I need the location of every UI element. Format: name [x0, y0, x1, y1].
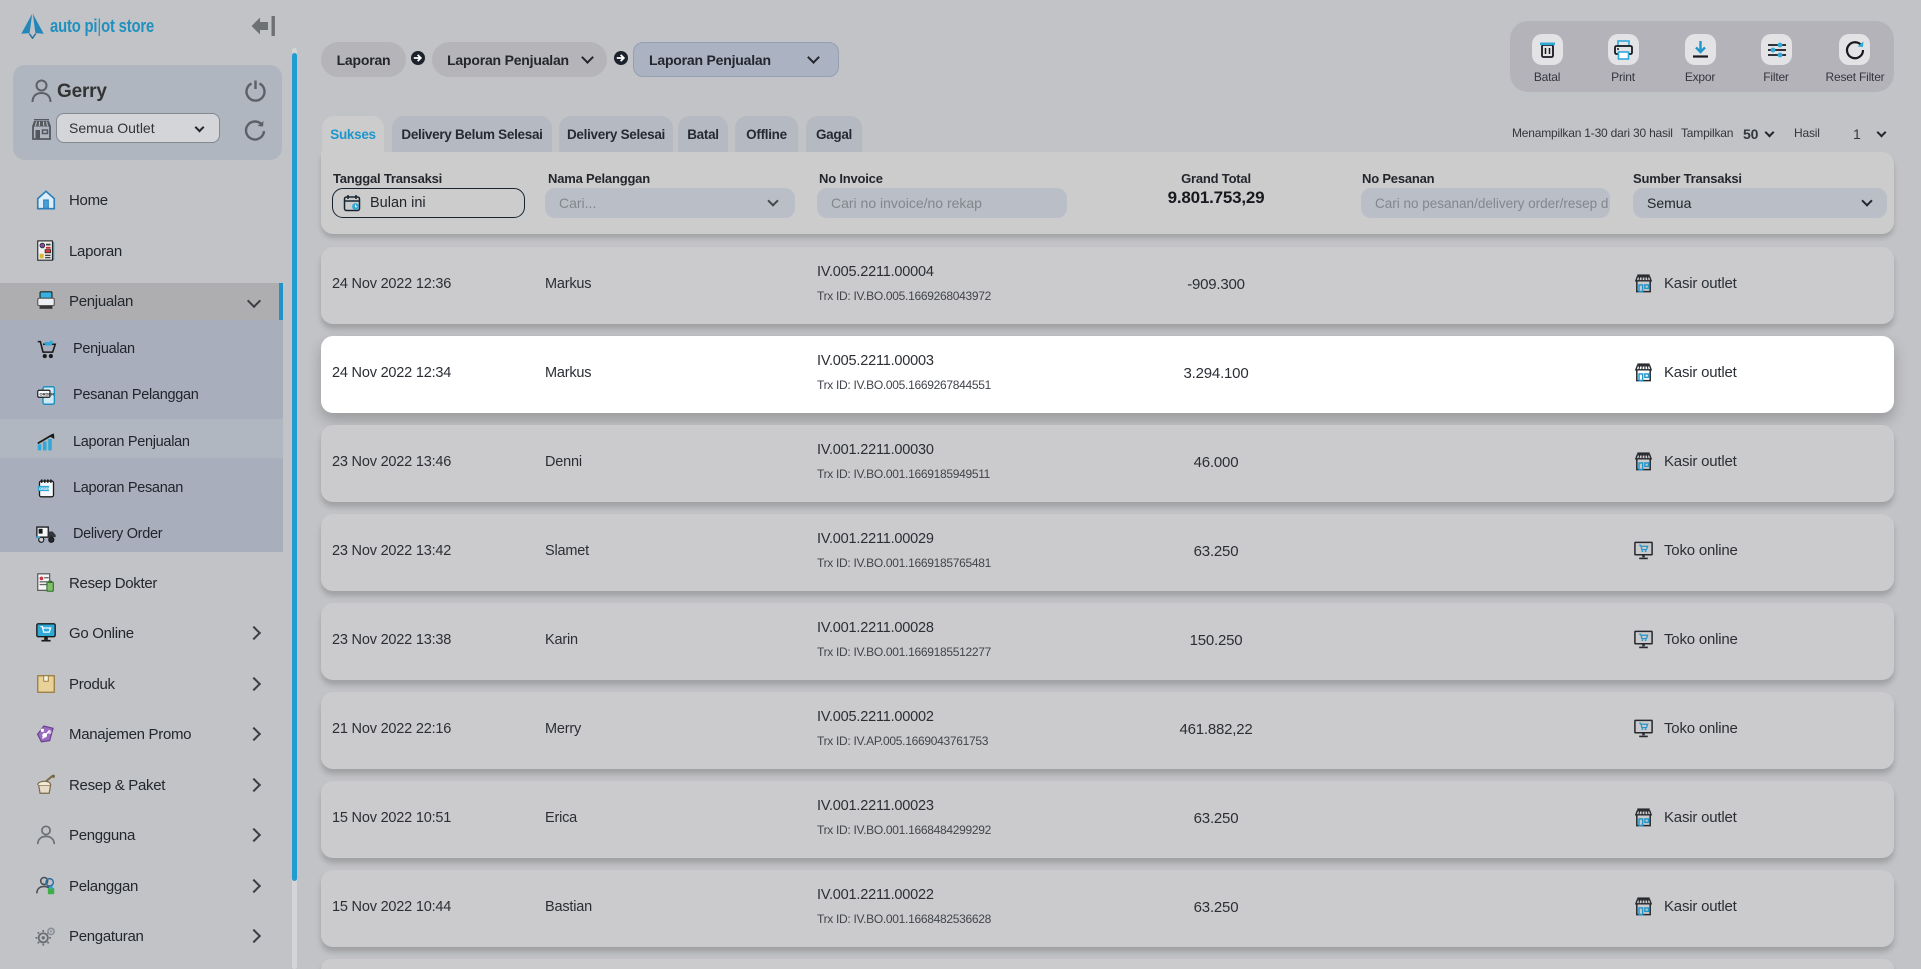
svg-text:ORDER: ORDER [40, 391, 55, 396]
svg-text:ORDER: ORDER [39, 486, 51, 490]
